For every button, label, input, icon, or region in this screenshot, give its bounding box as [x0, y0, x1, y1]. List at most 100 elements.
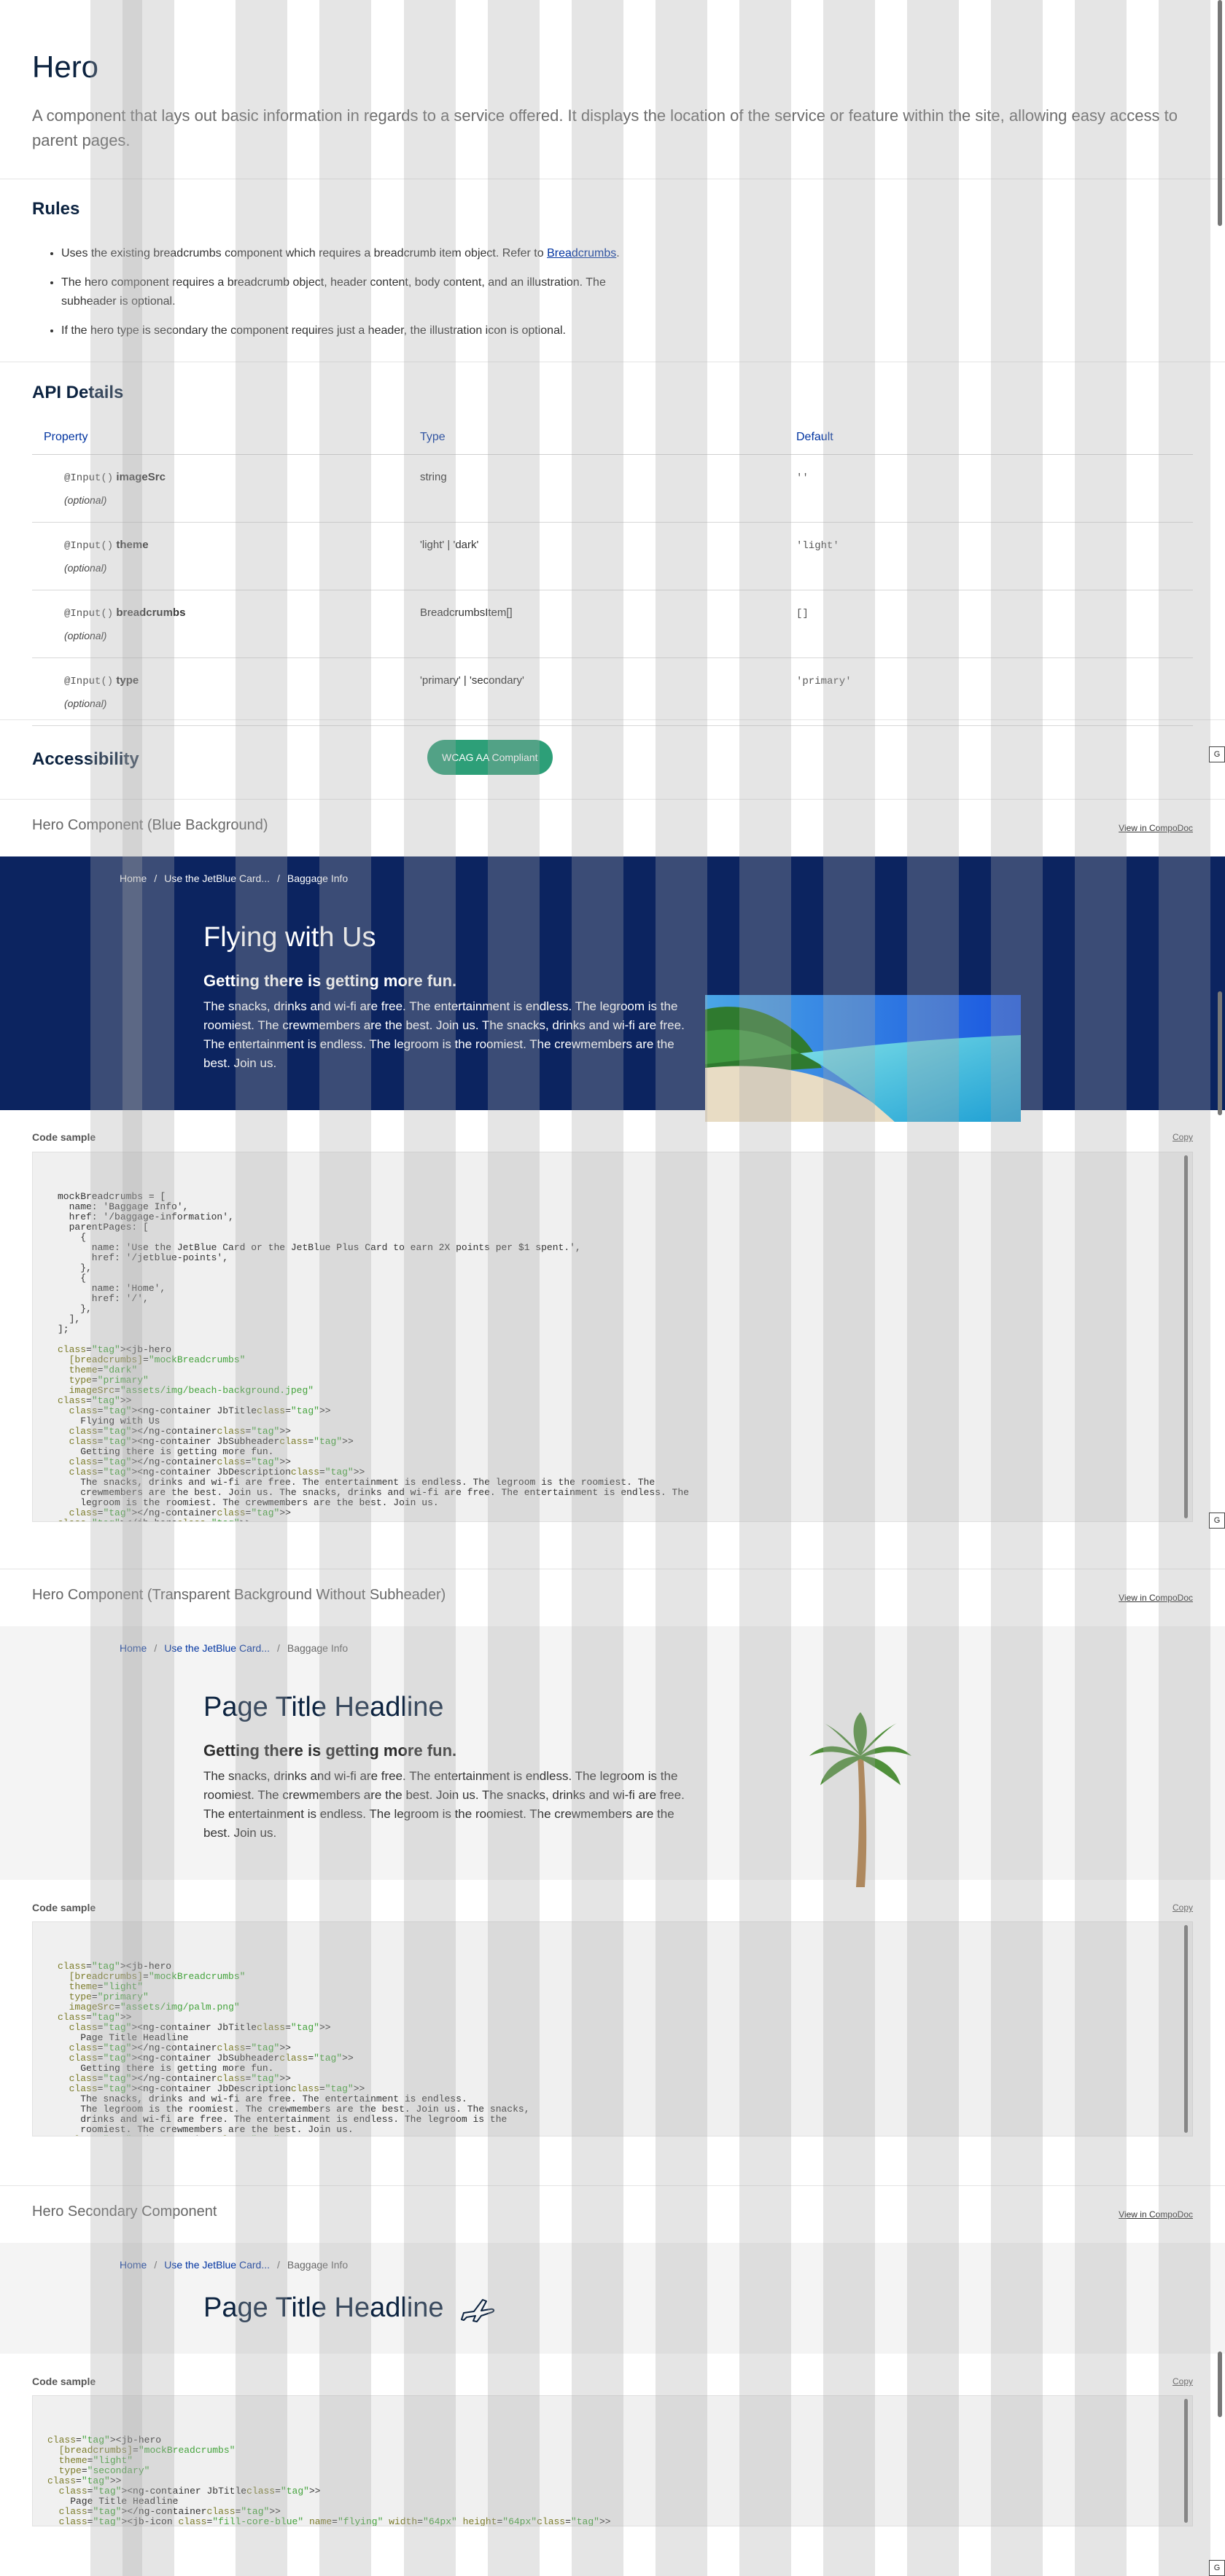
rule-item: Uses the existing breadcrumbs component … — [61, 244, 630, 263]
breadcrumb-current: Baggage Info — [287, 1642, 349, 1654]
optional-label: (optional) — [64, 630, 107, 641]
breadcrumb-home[interactable]: Home — [120, 2259, 147, 2271]
example-title: Hero Component (Blue Background) — [32, 817, 268, 833]
prop-name: type — [116, 674, 139, 687]
breadcrumb-home[interactable]: Home — [120, 873, 147, 884]
beach-illustration — [705, 995, 1021, 1122]
breadcrumb-separator: / — [277, 2259, 280, 2271]
compodoc-link[interactable]: View in CompoDoc — [1119, 1593, 1193, 1603]
rule-text: Uses the existing breadcrumbs component … — [61, 247, 548, 259]
breadcrumb: Home / Use the JetBlue Card... / Baggage Inf… — [120, 2259, 348, 2271]
rules-list: Uses the existing breadcrumbs component … — [61, 244, 1193, 340]
compodoc-link[interactable]: View in CompoDoc — [1119, 823, 1193, 833]
rules-title: Rules — [32, 199, 80, 219]
code-block: class="tag"><jb-hero [breadcrumbs]="mock… — [32, 1921, 1193, 2136]
rule-item: The hero component requires a breadcrumb… — [61, 273, 630, 311]
accessibility-title: Accessibility — [32, 749, 139, 769]
breadcrumb-parent[interactable]: Use the JetBlue Card... — [164, 1642, 270, 1654]
page-lead: A component that lays out basic informat… — [32, 106, 1178, 149]
breadcrumb-home[interactable]: Home — [120, 1642, 147, 1654]
palm-tree-illustration — [809, 1712, 911, 1887]
code-label: Code sample — [32, 1131, 96, 1143]
breadcrumb-parent[interactable]: Use the JetBlue Card... — [164, 873, 270, 884]
decorator: @Input() — [64, 608, 114, 620]
api-header-row: Property Type Default — [32, 425, 1193, 455]
hero-light: Home / Use the JetBlue Card... / Baggage Inf… — [0, 1626, 1225, 1887]
code-label: Code sample — [32, 2376, 96, 2387]
compodoc-link[interactable]: View in CompoDoc — [1119, 2209, 1193, 2220]
prop-type: 'light' | 'dark' — [408, 522, 785, 590]
prop-name: imageSrc — [116, 471, 166, 483]
code-scrollbar[interactable] — [1184, 2399, 1188, 2523]
breadcrumb-separator: / — [154, 873, 158, 884]
prop-default: '' — [796, 472, 809, 484]
code-scrollbar[interactable] — [1184, 1925, 1188, 2133]
api-row: @Input() theme (optional) 'light' | 'dark… — [32, 522, 1193, 590]
code-scrollbar[interactable] — [1184, 1155, 1188, 1518]
rule-item: If the hero type is secondary the compon… — [61, 321, 630, 340]
breadcrumb-current: Baggage Info — [287, 2259, 349, 2271]
page-scrollbar[interactable] — [1218, 0, 1222, 226]
copy-button[interactable]: Copy — [1172, 1902, 1193, 1913]
code-text: mockBreadcrumbs = [ name: 'Baggage Info'… — [58, 1191, 689, 1522]
hero-secondary: Home / Use the JetBlue Card... / Baggage Inf… — [0, 2243, 1225, 2354]
api-table: Property Type Default @Input() imageSrc (… — [32, 425, 1193, 726]
breadcrumb-separator: / — [277, 1642, 280, 1654]
side-badge[interactable]: G — [1209, 1513, 1225, 1529]
breadcrumb: Home / Use the JetBlue Card... / Baggage Inf… — [120, 1642, 348, 1654]
side-badge[interactable]: G — [1209, 2560, 1225, 2576]
decorator: @Input() — [64, 676, 114, 687]
side-badge[interactable]: G — [1209, 746, 1225, 762]
breadcrumb-separator: / — [154, 2259, 158, 2271]
hero-body: The snacks, drinks and wi-fi are free. T… — [203, 1769, 685, 1840]
code-text: class="tag"><jb-hero [breadcrumbs]="mock… — [58, 1961, 530, 2136]
breadcrumb-parent[interactable]: Use the JetBlue Card... — [164, 2259, 270, 2271]
page-scrollbar[interactable] — [1218, 2351, 1222, 2417]
prop-type: BreadcrumbsItem[] — [408, 590, 785, 658]
header-type: Type — [408, 425, 785, 455]
decorator: @Input() — [64, 540, 114, 552]
prop-default: 'primary' — [796, 676, 852, 687]
prop-type: 'primary' | 'secondary' — [408, 657, 785, 726]
code-block: class="tag"><jb-hero [breadcrumbs]="mock… — [32, 2395, 1193, 2526]
example-title: Hero Secondary Component — [32, 2204, 217, 2220]
breadcrumb-current: Baggage Info — [287, 873, 349, 884]
hero-dark: Home / Use the JetBlue Card... / Baggage Inf… — [0, 856, 1225, 1110]
api-row: @Input() imageSrc (optional) string '' — [32, 454, 1193, 523]
api-row: @Input() type (optional) 'primary' | 'sec… — [32, 657, 1193, 726]
example-header: Hero Component (Blue Background) View in… — [0, 800, 1225, 856]
wcag-badge: WCAG AA Compliant — [427, 740, 553, 775]
header-default: Default — [785, 425, 1193, 455]
beach-image — [705, 995, 1021, 1122]
api-row: @Input() breadcrumbs (optional) Breadcrum… — [32, 590, 1193, 658]
api-title: API Details — [32, 383, 124, 402]
hero-title: Page Title Headline — [203, 2292, 444, 2323]
plane-icon — [461, 2299, 495, 2322]
accessibility-section: Accessibility WCAG AA Compliant — [0, 720, 1225, 799]
api-section: API Details Property Type Default @Input… — [0, 362, 1225, 726]
prop-name: breadcrumbs — [116, 606, 186, 619]
prop-type: string — [408, 454, 785, 523]
code-label: Code sample — [32, 1902, 96, 1913]
page-scrollbar[interactable] — [1218, 991, 1222, 1115]
optional-label: (optional) — [64, 698, 107, 709]
hero-subtitle: Getting there is getting more fun. — [203, 1741, 457, 1760]
hero-title: Flying with Us — [203, 922, 376, 953]
rules-section: Rules Uses the existing breadcrumbs comp… — [0, 179, 1225, 362]
breadcrumbs-link[interactable]: Breadcrumbs — [547, 247, 616, 259]
rule-text-end: . — [616, 247, 620, 259]
copy-button[interactable]: Copy — [1172, 1132, 1193, 1142]
page-title: Hero — [32, 50, 99, 84]
hero-body: The snacks, drinks and wi-fi are free. T… — [203, 999, 685, 1070]
page-header: Hero A component that lays out basic inf… — [0, 0, 1225, 179]
header-property: Property — [32, 425, 408, 455]
breadcrumb-separator: / — [277, 873, 280, 884]
prop-default: 'light' — [796, 540, 839, 552]
copy-button[interactable]: Copy — [1172, 2376, 1193, 2386]
example-header: Hero Secondary Component View in CompoDo… — [0, 2186, 1225, 2243]
code-block: mockBreadcrumbs = [ name: 'Baggage Info'… — [32, 1152, 1193, 1522]
prop-default: [] — [796, 608, 809, 620]
breadcrumb-separator: / — [154, 1642, 158, 1654]
optional-label: (optional) — [64, 562, 107, 574]
code-text: class="tag"><jb-hero [breadcrumbs]="mock… — [47, 2435, 611, 2526]
